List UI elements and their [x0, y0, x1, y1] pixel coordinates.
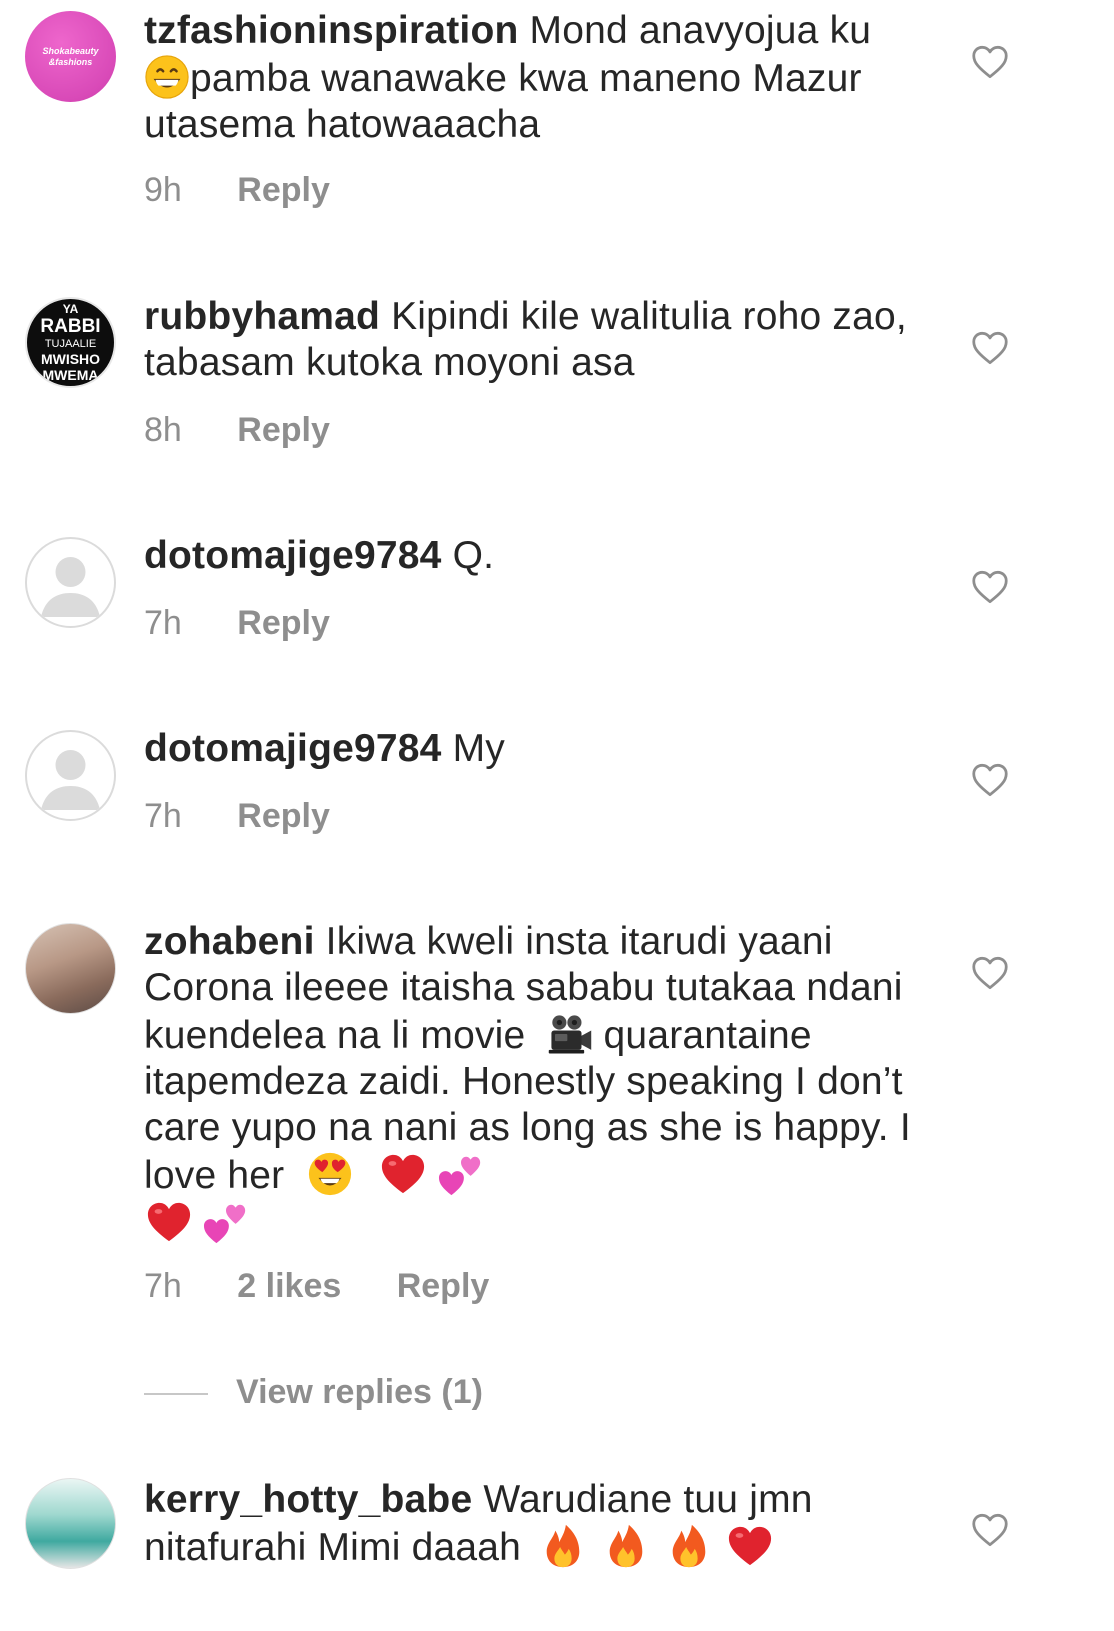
avatar-text-line: &fashions	[48, 56, 93, 67]
username[interactable]: zohabeni	[144, 920, 315, 963]
heart-eyes-emoji-icon	[307, 1151, 353, 1197]
avatar-text-line: TUJAALIE	[44, 337, 97, 350]
fire-emoji-icon	[540, 1523, 586, 1569]
likes-count[interactable]: 2 likes	[237, 1266, 341, 1306]
avatar[interactable]	[25, 730, 116, 821]
avatar-text-line: RABBI	[40, 315, 101, 337]
comment-text: Mond anavyojua ku	[529, 9, 872, 52]
avatar-text-line: MWISHO	[40, 350, 101, 367]
timestamp: 8h	[144, 411, 182, 449]
comment-text: My	[452, 727, 506, 770]
avatar[interactable]: Shokabeauty &fashions	[25, 11, 116, 102]
reply-button[interactable]: Reply	[237, 170, 330, 210]
reply-button[interactable]: Reply	[237, 603, 330, 643]
username[interactable]: rubbyhamad	[144, 295, 380, 338]
timestamp: 9h	[144, 171, 182, 209]
comment-text: Q.	[452, 534, 495, 577]
two-hearts-emoji-icon	[438, 1151, 484, 1197]
person-silhouette-icon	[41, 557, 100, 617]
divider	[144, 1393, 208, 1396]
comment-body: kerry_hotty_babe Warudiane tuu jmn nitaf…	[144, 1477, 924, 1571]
view-replies-label: View replies (1)	[236, 1373, 483, 1411]
heart-outline-icon[interactable]	[971, 956, 1009, 990]
person-silhouette-icon	[41, 750, 100, 810]
red-heart-emoji-icon	[380, 1151, 426, 1197]
comment-body: zohabeni Ikiwa kweli insta itarudi yaani…	[144, 919, 924, 1247]
avatar-text-line: Shokabeauty	[42, 45, 99, 56]
avatar[interactable]	[25, 923, 116, 1014]
reply-button[interactable]: Reply	[397, 1266, 490, 1306]
heart-outline-icon[interactable]	[971, 331, 1009, 365]
username[interactable]: dotomajige9784	[144, 534, 442, 577]
comment-meta: 7h Reply	[144, 603, 330, 643]
comment-body: dotomajige9784 My	[144, 726, 924, 772]
comment-body: rubbyhamad Kipindi kile walitulia roho z…	[144, 294, 924, 386]
comment-meta: 7h 2 likes Reply	[144, 1266, 489, 1306]
comment-meta: 8h Reply	[144, 410, 330, 450]
avatar-text-line: MWEMA	[42, 366, 99, 383]
heart-outline-icon[interactable]	[971, 1513, 1009, 1547]
username[interactable]: tzfashioninspiration	[144, 9, 519, 52]
red-heart-emoji-icon	[146, 1199, 192, 1245]
comment-body: tzfashioninspiration Mond anavyojua ku p…	[144, 8, 924, 148]
username[interactable]: dotomajige9784	[144, 727, 442, 770]
view-replies-button[interactable]: View replies (1)	[144, 1370, 483, 1414]
heart-outline-icon[interactable]	[971, 570, 1009, 604]
avatar[interactable]	[25, 1478, 116, 1569]
timestamp: 7h	[144, 604, 182, 642]
fire-emoji-icon	[603, 1523, 649, 1569]
heart-outline-icon[interactable]	[971, 45, 1009, 79]
grinning-face-emoji-icon	[144, 54, 190, 100]
heart-outline-icon[interactable]	[971, 763, 1009, 797]
timestamp: 7h	[144, 1267, 182, 1305]
reply-button[interactable]: Reply	[237, 796, 330, 836]
reply-button[interactable]: Reply	[237, 410, 330, 450]
comment-text: pamba wanawake kwa maneno Mazur utasema …	[144, 57, 862, 146]
fire-emoji-icon	[666, 1523, 712, 1569]
avatar[interactable]	[25, 537, 116, 628]
avatar[interactable]: YA RABBI TUJAALIE MWISHO MWEMA	[25, 297, 116, 388]
username[interactable]: kerry_hotty_babe	[144, 1478, 472, 1521]
comment-meta: 9h Reply	[144, 170, 330, 210]
movie-camera-emoji-icon	[547, 1011, 593, 1057]
red-heart-emoji-icon	[727, 1523, 773, 1569]
timestamp: 7h	[144, 797, 182, 835]
two-hearts-emoji-icon	[203, 1199, 249, 1245]
avatar-text-line: YA	[62, 301, 79, 316]
comment-body: dotomajige9784 Q.	[144, 533, 924, 579]
comment-meta: 7h Reply	[144, 796, 330, 836]
